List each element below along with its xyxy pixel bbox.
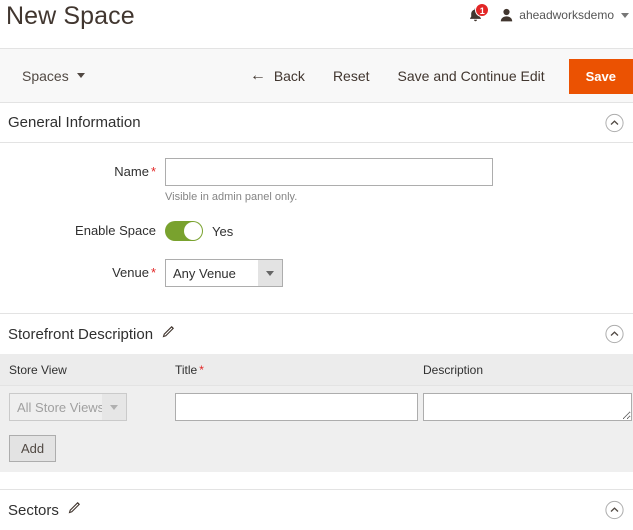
name-label-text: Name	[114, 164, 149, 179]
reset-button-label: Reset	[332, 68, 370, 84]
chevron-up-circle-icon[interactable]	[605, 500, 624, 520]
notifications-button[interactable]: 1	[464, 3, 490, 25]
field-label-name: Name *	[0, 158, 165, 186]
user-name: aheadworksdemo	[519, 8, 614, 22]
spaces-switcher[interactable]: Spaces	[22, 68, 85, 84]
cell-description	[423, 393, 633, 421]
back-button[interactable]: ← Back	[236, 60, 319, 92]
name-input[interactable]	[165, 158, 493, 186]
toggle-knob	[184, 222, 202, 240]
save-button[interactable]: Save	[568, 58, 633, 94]
notification-count-badge: 1	[475, 3, 490, 17]
venue-label-text: Venue	[112, 265, 149, 280]
enable-space-toggle-wrap: Yes	[165, 217, 633, 245]
header-actions: 1 aheadworksdemo	[464, 3, 629, 26]
cell-store-view: All Store Views	[0, 393, 175, 421]
field-label-venue: Venue *	[0, 259, 165, 287]
field-control-enable-space: Yes	[165, 217, 633, 245]
section-gutter	[0, 472, 633, 489]
chevron-up-circle-icon[interactable]	[605, 324, 624, 344]
arrow-left-icon: ←	[249, 67, 266, 84]
page-actions-toolbar: Spaces ← Back Reset Save and Continue Ed…	[0, 49, 633, 103]
reset-button[interactable]: Reset	[319, 60, 384, 92]
pencil-icon[interactable]	[68, 501, 81, 519]
toolbar-buttons: ← Back Reset Save and Continue Edit Save	[236, 49, 633, 103]
page-title: New Space	[6, 2, 135, 30]
required-marker: *	[150, 164, 156, 179]
chevron-up-circle-icon[interactable]	[605, 113, 624, 132]
general-information-form: Name * Visible in admin panel only. Enabl…	[0, 143, 633, 313]
chevron-down-icon	[102, 394, 126, 420]
section-title-storefront-description: Storefront Description	[8, 325, 154, 343]
enable-space-state-label: Yes	[212, 223, 234, 239]
field-row-enable-space: Enable Space Yes	[0, 217, 633, 245]
venue-select-value: Any Venue	[173, 265, 236, 281]
back-button-label: Back	[273, 68, 305, 84]
required-marker: *	[199, 362, 204, 377]
section-title-sectors: Sectors	[8, 501, 59, 519]
name-field-note: Visible in admin panel only.	[165, 191, 298, 203]
column-header-description-label: Description	[423, 362, 484, 377]
field-row-venue: Venue * Any Venue	[0, 259, 633, 287]
field-control-venue: Any Venue	[165, 259, 633, 287]
section-header-general-information[interactable]: General Information	[0, 103, 633, 143]
field-control-name: Visible in admin panel only.	[165, 158, 633, 203]
field-label-enable-space: Enable Space	[75, 223, 156, 238]
add-row-button[interactable]: Add	[9, 435, 57, 462]
storefront-description-grid: Store View Title * Description All Store …	[0, 354, 633, 472]
chevron-down-icon	[621, 12, 629, 18]
field-row-name: Name * Visible in admin panel only.	[0, 158, 633, 203]
enable-space-toggle[interactable]	[165, 221, 203, 241]
column-header-description: Description	[423, 363, 633, 377]
required-marker: *	[150, 265, 156, 280]
store-view-select: All Store Views	[9, 393, 127, 421]
description-textarea[interactable]	[423, 393, 632, 421]
user-icon	[500, 8, 513, 22]
column-header-title-label: Title	[175, 362, 198, 377]
section-title-general-information: General Information	[8, 114, 141, 131]
store-view-select-value: All Store Views	[17, 399, 102, 415]
user-menu[interactable]: aheadworksdemo	[500, 8, 629, 22]
cell-title	[175, 393, 423, 421]
column-header-title: Title *	[175, 363, 423, 377]
save-and-continue-edit-button[interactable]: Save and Continue Edit	[384, 60, 559, 92]
grid-footer: Add	[0, 428, 633, 472]
column-header-store-view: Store View	[0, 363, 175, 377]
pencil-icon[interactable]	[162, 325, 175, 343]
chevron-down-icon	[258, 260, 282, 286]
column-header-store-view-label: Store View	[9, 362, 67, 377]
admin-page: New Space 1 aheadworksdemo Spaces ← Back…	[0, 0, 633, 530]
save-and-continue-edit-label: Save and Continue Edit	[397, 68, 545, 84]
table-row: All Store Views	[0, 386, 633, 428]
section-header-sectors[interactable]: Sectors	[0, 490, 633, 530]
venue-select[interactable]: Any Venue	[165, 259, 283, 287]
chevron-down-icon	[76, 73, 85, 78]
section-header-storefront-description[interactable]: Storefront Description	[0, 314, 633, 354]
grid-header-row: Store View Title * Description	[0, 354, 633, 386]
spaces-switcher-label: Spaces	[22, 67, 69, 84]
page-header: New Space 1 aheadworksdemo	[0, 0, 633, 49]
title-input[interactable]	[175, 393, 418, 421]
